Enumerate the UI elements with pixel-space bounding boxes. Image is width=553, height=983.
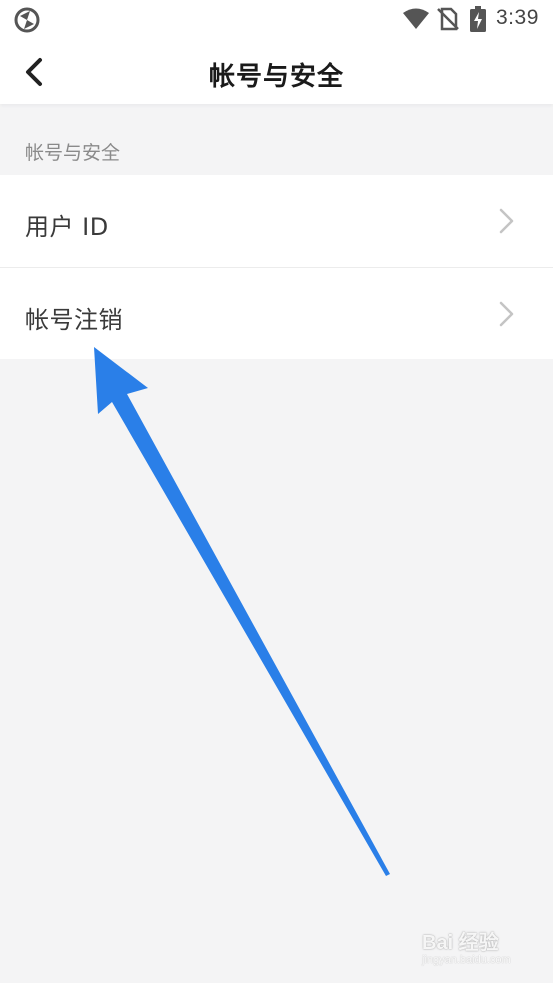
battery-charging-icon [470,6,486,32]
list-item-label: 用户 ID [25,213,109,241]
no-sim-icon [437,7,459,31]
watermark-url: jingyan.baidu.com [422,954,511,966]
wifi-icon [403,8,429,29]
list-item-account-cancellation[interactable]: 帐号注销 [0,267,553,359]
chevron-right-icon [499,208,514,234]
status-time: 3:39 [496,6,539,29]
list-item-user-id[interactable]: 用户 ID [0,175,553,267]
settings-list: 用户 ID 帐号注销 [0,175,553,359]
list-item-label: 帐号注销 [25,306,123,334]
page-title: 帐号与安全 [208,62,344,92]
app-logo-icon [14,7,40,33]
watermark-brand: Bai 经验 [422,932,499,954]
status-bar: 3:39 [0,0,553,38]
chevron-right-icon [499,301,514,327]
section-header: 帐号与安全 [25,142,121,164]
app-bar: 帐号与安全 [0,38,553,104]
watermark: Bai 经验 jingyan.baidu.com [422,926,532,972]
